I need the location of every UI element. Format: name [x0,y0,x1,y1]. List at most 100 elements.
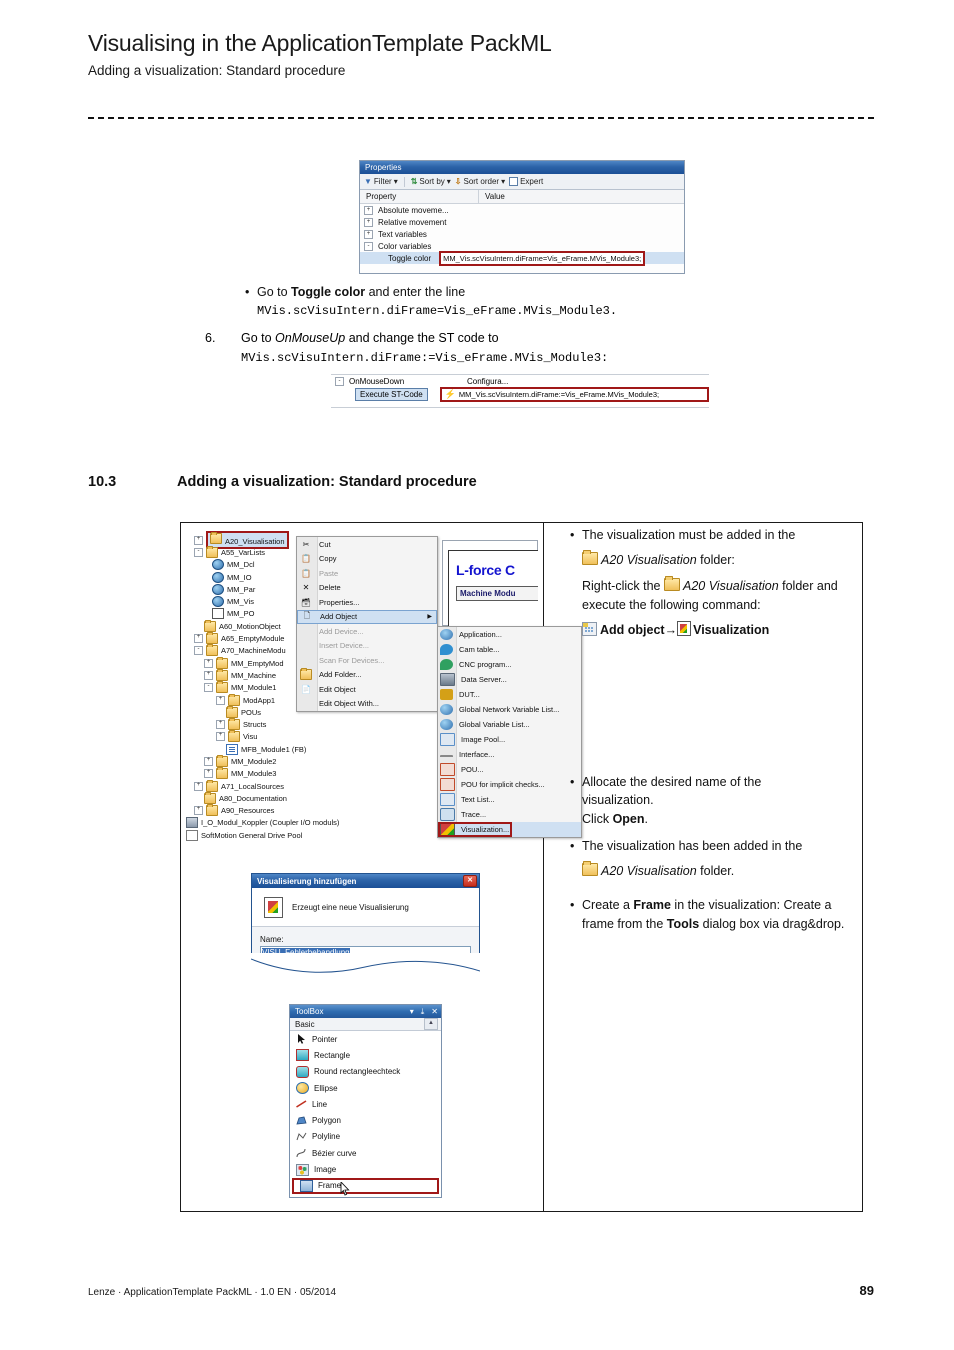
tree-item-mm-module2[interactable]: + MM_Module2 [186,754,346,767]
menu-item-delete[interactable]: ✕ Delete [297,581,437,596]
toolbox-item-round-rectangle[interactable]: Round rectangleechteck [290,1064,441,1080]
toolbox-item-pointer[interactable]: Pointer [290,1031,441,1047]
toolbox-item-polyline[interactable]: Polyline [290,1129,441,1145]
tree-item-mm-module3[interactable]: + MM_Module3 [186,767,346,780]
menu-item-add-object[interactable]: 🗋 Add Object ▶ [297,609,437,624]
expand-icon[interactable]: + [204,769,213,779]
menu-item-add-folder[interactable]: Add Folder... [297,668,437,683]
sort-order-button[interactable]: ⇩ Sort order ▾ [455,177,505,186]
expand-icon[interactable]: + [364,229,373,239]
submenu-item-trace[interactable]: Trace... [438,807,581,822]
scroll-up-icon[interactable]: ▲ [424,1018,438,1030]
expand-icon[interactable]: + [216,695,225,705]
toolbox-item-frame[interactable]: Frame [292,1177,439,1196]
menu-item-properties[interactable]: 🗃 Properties... [297,595,437,610]
toggle-color-instruction: • Go to Toggle color and enter the line … [245,283,805,321]
polygon-icon [296,1116,307,1126]
table-row[interactable]: + Text variables [360,228,684,240]
expand-icon[interactable]: + [194,781,203,791]
tree-item-a71-localsources[interactable]: + A71_LocalSources [186,779,346,792]
expand-icon[interactable]: + [216,732,225,742]
expand-icon[interactable]: + [364,205,373,215]
close-icon[interactable]: ✕ [431,1007,438,1016]
submenu-item-image-pool[interactable]: Image Pool... [438,732,581,747]
submenu-item-text-list[interactable]: Text List... [438,792,581,807]
dropdown-icon[interactable]: ▾ [410,1007,414,1016]
tree-item-mfb-module1[interactable]: MFB_Module1 (FB) [186,743,346,755]
property-name-toggle-color: Toggle color [388,253,432,263]
menu-item-copy[interactable]: 📋 Copy [297,552,437,567]
onmousedown-row[interactable]: - OnMouseDown Configura... [331,375,709,387]
expand-icon[interactable]: + [194,535,203,545]
toolbox-item-rectangle[interactable]: Rectangle [290,1047,441,1063]
preview-button[interactable]: Machine Modu [456,586,538,601]
pointer-icon [296,1034,307,1044]
menu-item-edit-object-with[interactable]: Edit Object With... [297,697,437,712]
expand-icon[interactable]: + [204,658,213,668]
context-menu[interactable]: ✂ Cut 📋 Copy 📋 Paste ✕ Delete 🗃 Properti… [296,536,438,712]
onmousedown-action-row[interactable]: Execute ST-Code ⚡ MM_Vis.scVisuIntern.di… [331,386,709,402]
paste-icon: 📋 [301,568,311,578]
table-row[interactable]: + Absolute moveme... [360,204,684,216]
submenu-item-cnc-program[interactable]: CNC program... [438,657,581,672]
tree-item-io-modul-koppler[interactable]: I_O_Modul_Koppler (Coupler I/O moduls) [186,817,346,829]
pin-icon[interactable]: ⤓ [421,1007,425,1017]
expand-icon[interactable]: + [194,634,203,644]
folder-icon [206,632,218,645]
event-name: OnMouseDown [349,376,405,386]
property-name: Color variables [378,241,432,251]
collapse-icon[interactable]: - [204,683,213,693]
toolbox-item-line[interactable]: Line [290,1096,441,1112]
menu-item-edit-object[interactable]: 📄 Edit Object [297,682,437,697]
rectangle-icon [296,1049,309,1062]
submenu-item-global-variable-list[interactable]: Global Variable List... [438,717,581,732]
submenu-item-interface[interactable]: Interface... [438,747,581,762]
expand-icon[interactable]: + [216,720,225,730]
submenu-item-global-network-variable-list[interactable]: Global Network Variable List... [438,702,581,717]
submenu-item-pou-implicit-checks[interactable]: POU for implicit checks... [438,777,581,792]
collapse-icon[interactable]: - [194,547,203,557]
tree-item-a90-resources[interactable]: + A90_Resources [186,804,346,817]
toolbox-item-bezier-curve[interactable]: Bézier curve [290,1145,441,1161]
folder-icon [210,532,222,545]
menu-item-cut[interactable]: ✂ Cut [297,537,437,552]
step-number: 6. [205,331,216,345]
filter-button[interactable]: ▼ Filter ▾ [364,177,398,186]
sort-by-button[interactable]: ⇅ Sort by ▾ [411,177,451,186]
expand-icon[interactable]: + [204,756,213,766]
expert-checkbox[interactable]: Expert [509,177,543,186]
page-footer: Lenze · ApplicationTemplate PackML · 1.0… [88,1283,874,1298]
toolbox-item-image[interactable]: Image [290,1161,441,1177]
close-icon[interactable]: ✕ [463,875,477,887]
tree-item-visu[interactable]: + Visu [186,730,346,743]
expand-icon[interactable]: + [204,670,213,680]
submenu-item-dut[interactable]: DUT... [438,687,581,702]
polyline-icon [296,1132,307,1142]
table-row-selected[interactable]: Toggle color MM_Vis.scVisuIntern.diFrame… [360,250,684,266]
add-object-submenu[interactable]: Application... Cam table... CNC program.… [437,626,582,838]
collapse-icon[interactable]: - [335,376,344,386]
pou-implicit-checks-icon [440,778,455,791]
note-4-post: dialog box via drag&drop. [699,916,845,931]
submenu-item-cam-table[interactable]: Cam table... [438,642,581,657]
expand-icon[interactable]: + [364,217,373,227]
submenu-item-pou[interactable]: POU... [438,762,581,777]
toggle-color-value[interactable]: MM_Vis.scVisuIntern.diFrame=Vis_eFrame.M… [439,250,646,266]
toolbox-item-polygon[interactable]: Polygon [290,1112,441,1128]
folder-icon [663,576,680,591]
expand-icon[interactable]: + [194,806,203,816]
submenu-item-data-server[interactable]: Data Server... [438,672,581,687]
collapse-icon[interactable]: - [194,646,203,656]
st-code-value[interactable]: ⚡ MM_Vis.scVisuIntern.diFrame:=Vis_eFram… [439,386,709,402]
submenu-item-application[interactable]: Application... [438,627,581,642]
note-3-folder: A20 Visualisation [601,863,697,878]
execute-st-code-label[interactable]: Execute ST-Code [355,387,428,401]
tree-item-softmotion-drive-pool[interactable]: SoftMotion General Drive Pool [186,829,346,841]
table-row[interactable]: + Relative movement [360,216,684,228]
collapse-icon[interactable]: - [364,241,373,251]
tree-item-structs[interactable]: + Structs [186,718,346,731]
toolbox-item-ellipse[interactable]: Ellipse [290,1080,441,1096]
submenu-item-visualization[interactable]: Visualization... [438,822,581,837]
toolbox-category-header[interactable]: Basic ▲ [290,1018,441,1031]
tree-item-a80-documentation[interactable]: A80_Documentation [186,791,346,804]
